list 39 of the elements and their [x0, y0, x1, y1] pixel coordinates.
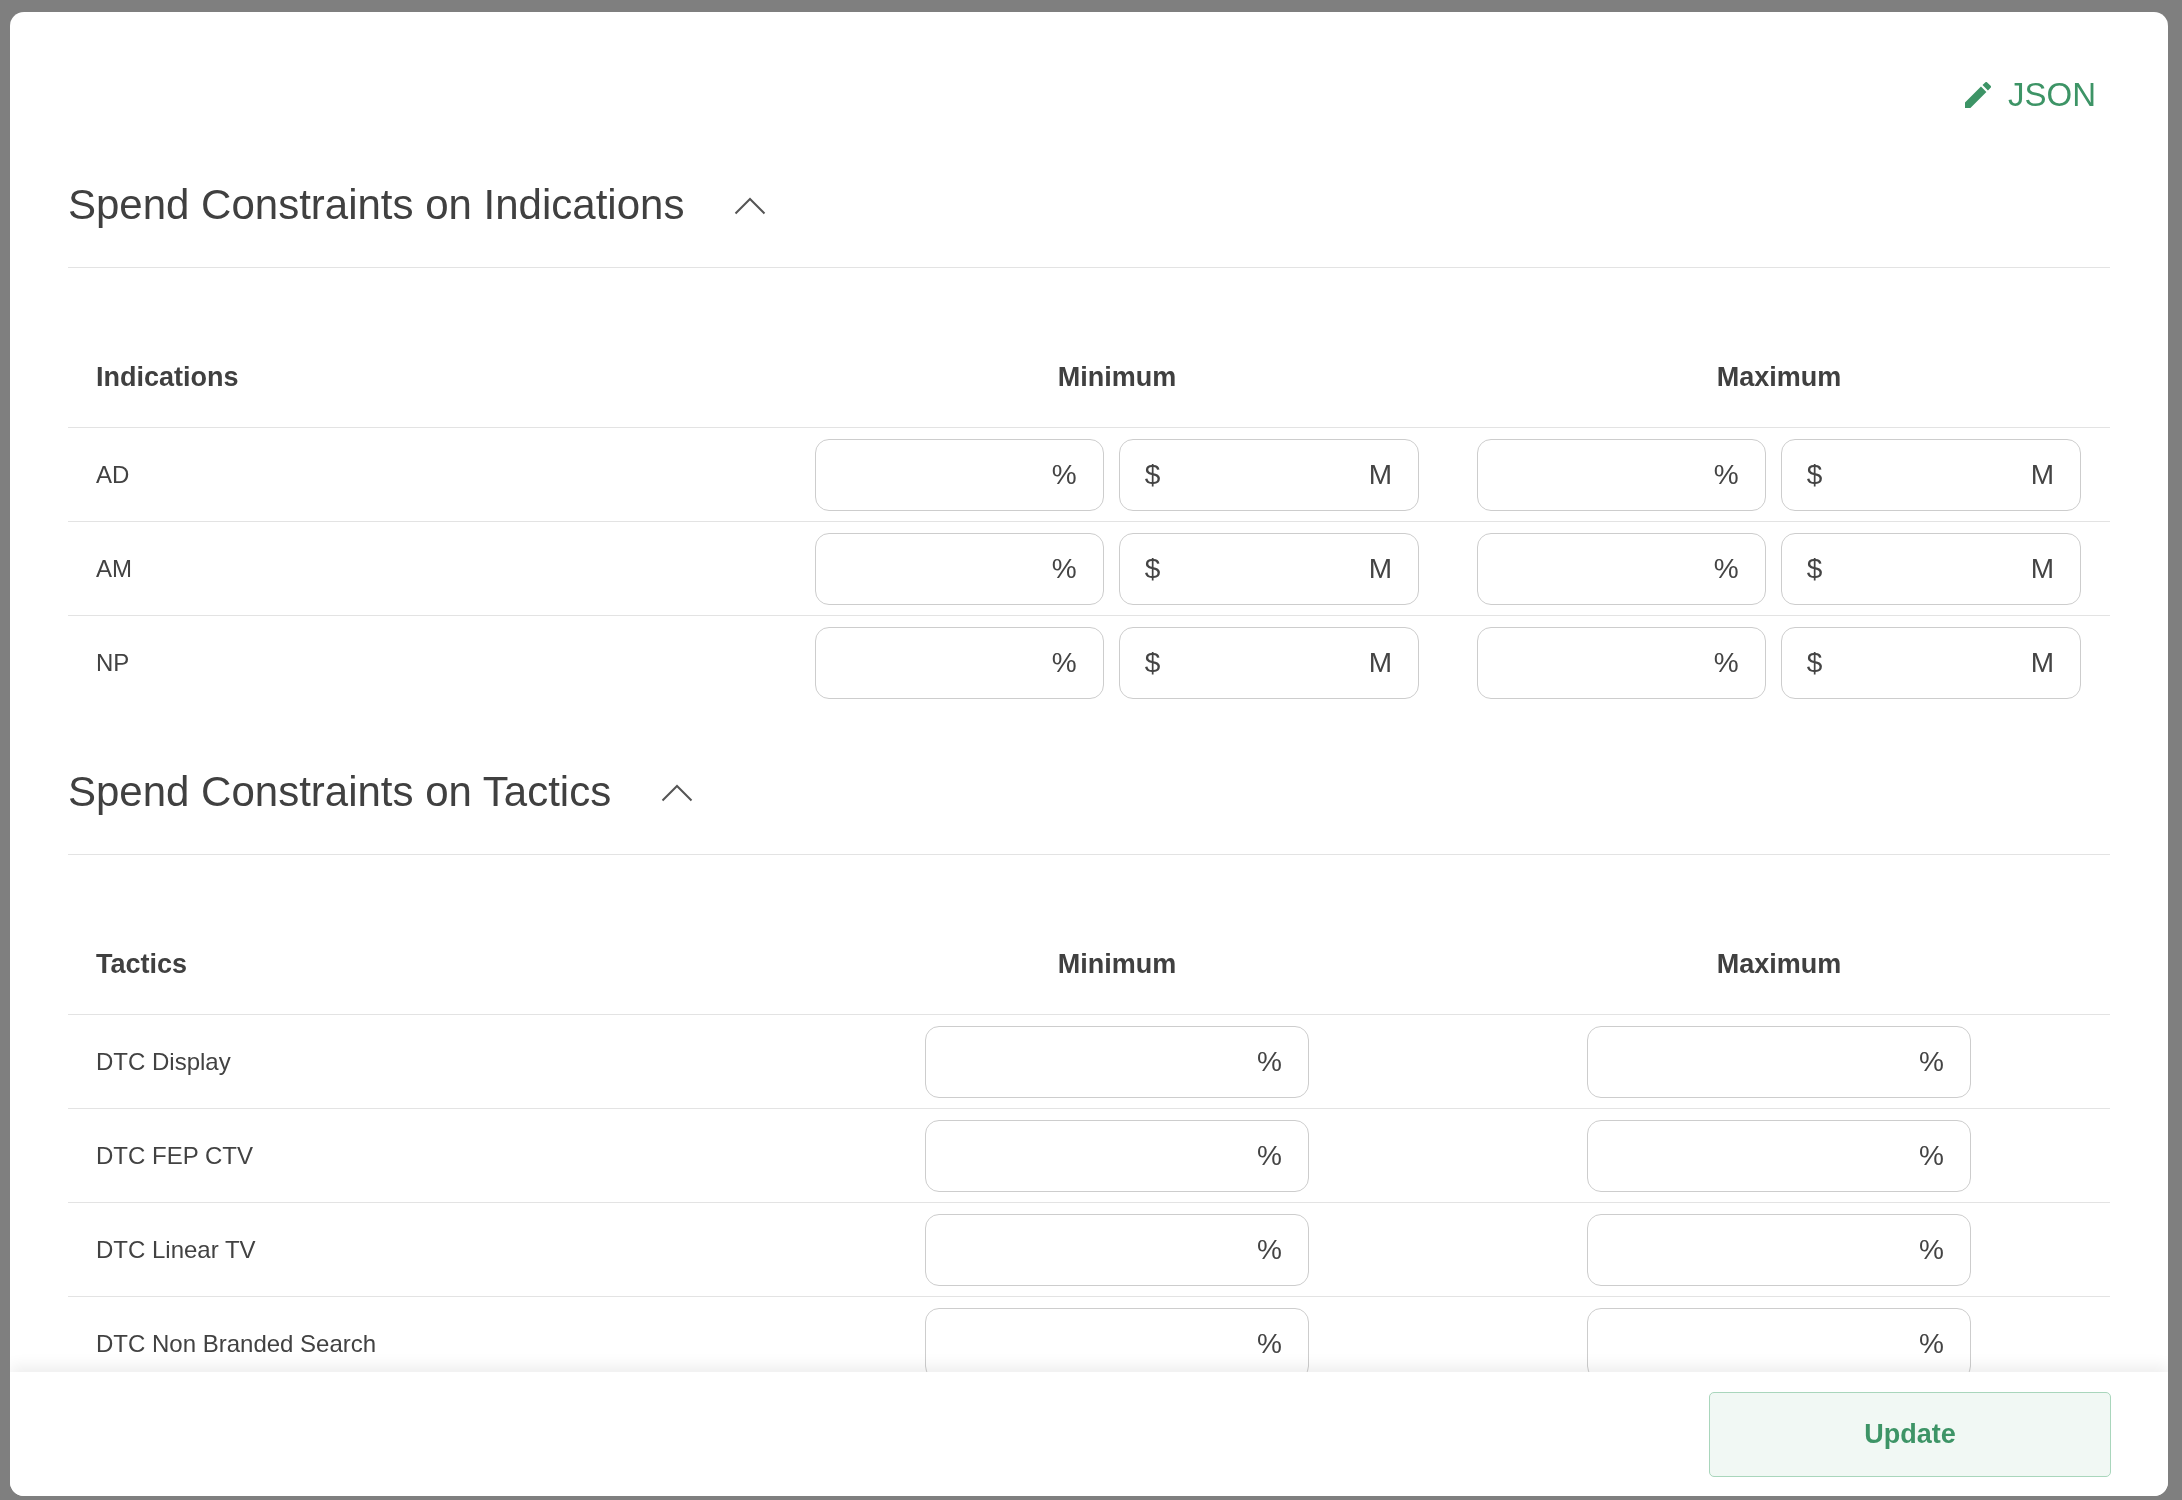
pencil-icon — [1965, 82, 1991, 108]
amount-field[interactable]: $ M — [1780, 627, 2081, 699]
chevron-up-icon[interactable] — [661, 782, 694, 802]
column-header: Minimum — [1057, 949, 1177, 979]
percent-field[interactable]: % — [925, 1119, 1309, 1192]
column-header: Tactics — [96, 949, 188, 979]
percent-field[interactable]: % — [925, 1213, 1309, 1286]
row-label: AD — [96, 460, 130, 488]
percent-field[interactable]: % — [1587, 1308, 1971, 1372]
row-label: AM — [96, 554, 132, 582]
amount-field[interactable]: $ M — [1118, 627, 1419, 699]
percent-field[interactable]: % — [925, 1308, 1309, 1372]
column-header: Indications — [96, 362, 239, 392]
chevron-up-icon[interactable] — [734, 195, 767, 215]
section-title: Spend Constraints on Indications — [68, 184, 685, 226]
percent-field[interactable]: % — [1477, 627, 1766, 699]
row-label: DTC FEP CTV — [96, 1141, 253, 1169]
amount-field[interactable]: $ M — [1118, 532, 1419, 605]
percent-field[interactable]: % — [1587, 1213, 1971, 1286]
percent-field[interactable]: % — [1477, 438, 1766, 511]
amount-field[interactable]: $ M — [1118, 438, 1419, 511]
percent-field[interactable]: % — [815, 438, 1104, 511]
column-header: Maximum — [1716, 362, 1842, 392]
column-header: Minimum — [1057, 362, 1177, 392]
percent-field[interactable]: % — [815, 627, 1104, 699]
json-button[interactable]: JSON — [1965, 75, 2096, 115]
row-label: DTC Display — [96, 1047, 231, 1075]
column-header: Maximum — [1716, 949, 1842, 979]
percent-field[interactable]: % — [1587, 1119, 1971, 1192]
percent-field[interactable]: % — [925, 1025, 1309, 1098]
amount-field[interactable]: $ M — [1780, 532, 2081, 605]
percent-field[interactable]: % — [1587, 1025, 1971, 1098]
amount-field[interactable]: $ M — [1780, 438, 2081, 511]
percent-field[interactable]: % — [1477, 532, 1766, 605]
row-label: DTC Non Branded Search — [96, 1330, 377, 1357]
row-label: NP — [96, 649, 130, 676]
section-title: Spend Constraints on Tactics — [68, 771, 612, 813]
percent-field[interactable]: % — [815, 532, 1104, 605]
row-label: DTC Linear TV — [96, 1235, 256, 1263]
